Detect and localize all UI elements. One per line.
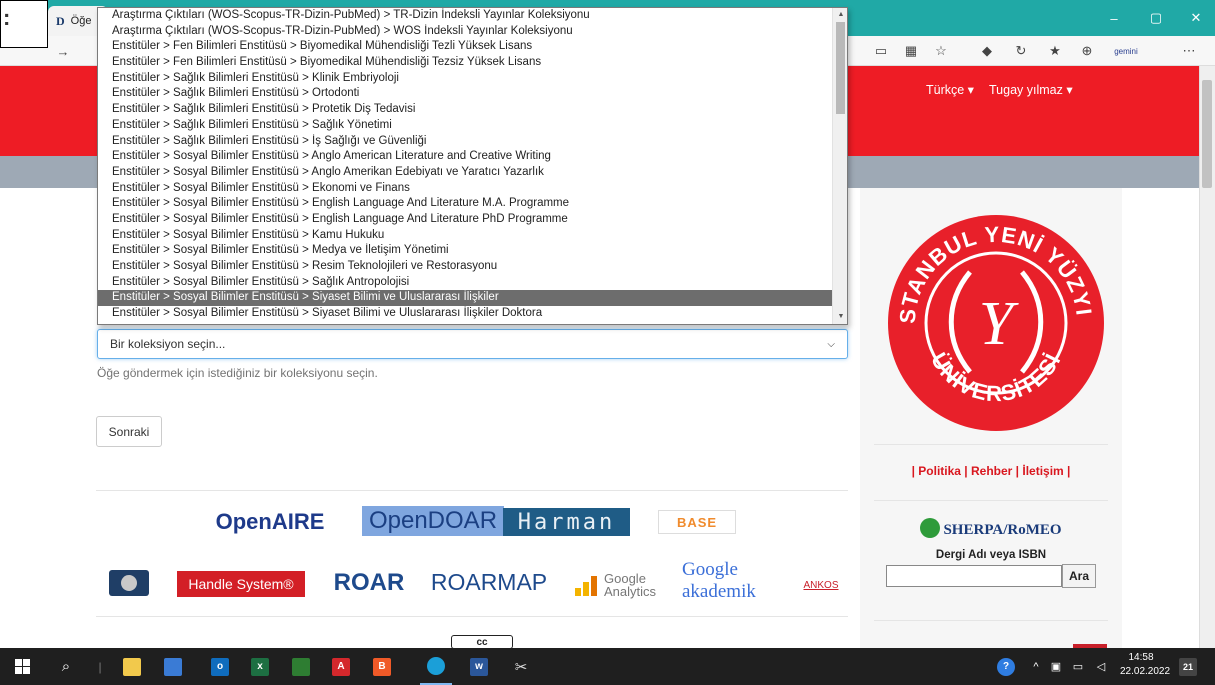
sherpa-romeo-logo[interactable]: SHERPA/RoMEO [874,518,1108,539]
store-icon[interactable] [157,648,189,685]
language-menu[interactable]: Türkçe ▾ [926,82,974,97]
sherpa-title: SHERPA/RoMEO [943,522,1062,538]
openaire-logo[interactable]: OpenAIRE [205,507,335,537]
issn-search-input[interactable] [886,565,1062,587]
outlook-icon-overlay [218,648,242,685]
dropdown-option[interactable]: Enstitüler > Sosyal Bilimler Enstitüsü >… [98,290,832,307]
logo-monogram: Y [979,290,1019,358]
word-icon[interactable]: w [463,648,495,685]
dropdown-option[interactable]: Enstitüler > Sosyal Bilimler Enstitüsü >… [98,212,832,228]
extension-icon[interactable]: ◆ [976,40,998,62]
creative-commons-badge[interactable]: cc [451,635,513,649]
minimize-button[interactable]: – [1096,0,1132,36]
dropdown-option[interactable]: Enstitüler > Fen Bilimleri Enstitüsü > B… [98,55,832,71]
forward-icon[interactable]: → [52,40,74,62]
dropdown-option[interactable]: Enstitüler > Sosyal Bilimler Enstitüsü >… [98,181,832,197]
snipping-tool-icon[interactable]: ✂ [505,648,537,685]
refresh-icon[interactable]: ↻ [1010,40,1032,62]
roar-logo[interactable]: ROAR [329,569,409,597]
excel-icon[interactable]: x [244,648,276,685]
google-scholar-logo[interactable]: Google akademik [682,559,764,602]
collection-select-value: Bir koleksiyon seçin... [110,337,226,351]
callout-box: : [0,0,48,48]
dropdown-option[interactable]: Enstitüler > Sosyal Bilimler Enstitüsü >… [98,259,832,275]
search-icon[interactable]: ⌕ [50,648,82,685]
issn-search-button[interactable]: Ara [1062,564,1096,588]
site-favicon-icon: D [56,13,65,28]
taskbar-clock[interactable]: 14:58 22.02.2022 [1120,651,1171,679]
close-window-button[interactable]: ✕ [1178,0,1214,36]
dropdown-option[interactable]: Enstitüler > Sosyal Bilimler Enstitüsü >… [98,228,832,244]
collection-dropdown-list[interactable]: Araştırma Çıktıları (WOS-Scopus-TR-Dizin… [97,7,848,325]
reading-view-icon[interactable]: ▭ [870,40,892,62]
base-logo[interactable]: BASE [658,510,736,534]
dropdown-option[interactable]: Enstitüler > Sosyal Bilimler Enstitüsü >… [98,196,832,212]
next-button[interactable]: Sonraki [96,416,162,447]
opendoar-logo[interactable]: OpenDOAR [362,506,504,536]
scroll-up-arrow-icon[interactable]: ▲ [833,8,847,22]
favorites-icon[interactable]: ★ [1044,40,1066,62]
eye-logo-icon[interactable] [109,570,149,596]
file-explorer-icon[interactable] [116,648,148,685]
dropdown-option[interactable]: Enstitüler > Sosyal Bilimler Enstitüsü >… [98,275,832,291]
edge-icon[interactable] [420,648,452,685]
volume-icon[interactable]: ◁ [1085,648,1117,685]
dropdown-option[interactable]: Enstitüler > Sağlık Bilimleri Enstitüsü … [98,102,832,118]
handle-system-logo[interactable]: Handle System® [177,571,305,597]
dropdown-option[interactable]: Enstitüler > Sağlık Bilimleri Enstitüsü … [98,86,832,102]
collection-help-text: Öğe göndermek için istediğiniz bir kolek… [97,366,378,380]
roarmap-logo[interactable]: ROARMAP [431,567,547,597]
sidebar-links[interactable]: | Politika | Rehber | İletişim | [874,464,1108,478]
dropdown-option[interactable]: Enstitüler > Sağlık Bilimleri Enstitüsü … [98,71,832,87]
dropdown-option[interactable]: Enstitüler > Sosyal Bilimler Enstitüsü >… [98,149,832,165]
dropdown-option[interactable]: Enstitüler > Sosyal Bilimler Enstitüsü >… [98,306,832,322]
collections-icon[interactable]: ⊕ [1076,40,1098,62]
page-scrollbar-thumb[interactable] [1202,80,1212,188]
notification-count: 21 [1179,657,1197,676]
favorite-add-icon[interactable]: ☆ [930,40,952,62]
dropdown-scroll-thumb[interactable] [836,22,845,114]
notifications-icon[interactable]: 21 [1172,648,1204,685]
gemini-extension[interactable]: gemini [1108,40,1144,62]
clock-time: 14:58 [1128,652,1154,663]
collection-select[interactable]: Bir koleksiyon seçin... ⌵ [97,329,848,359]
chart-app-icon[interactable] [285,648,317,685]
windows-start-icon[interactable] [6,648,38,685]
separator: | [98,659,102,674]
restore-button[interactable]: ▢ [1138,0,1174,36]
issn-label: Dergi Adı veya ISBN [935,549,1047,561]
harman-logo[interactable]: Harman [503,508,630,536]
tab-title: Öğe [70,15,92,27]
dropdown-options: Araştırma Çıktıları (WOS-Scopus-TR-Dizin… [98,8,832,322]
dropdown-option[interactable]: Araştırma Çıktıları (WOS-Scopus-TR-Dizin… [98,24,832,40]
scroll-down-arrow-icon[interactable]: ▼ [833,310,847,324]
ankos-logo[interactable]: ANKOS [800,574,842,596]
help-icon[interactable]: ? [990,648,1022,685]
google-scholar-text: Google akademik [682,559,756,602]
brave-icon[interactable]: B [366,648,398,685]
dropdown-option[interactable]: Enstitüler > Fen Bilimleri Enstitüsü > B… [98,39,832,55]
google-analytics-logo[interactable]: Google Analytics [604,572,664,598]
dropdown-option[interactable]: Enstitüler > Sağlık Bilimleri Enstitüsü … [98,118,832,134]
acrobat-icon[interactable]: A [325,648,357,685]
clock-date: 22.02.2022 [1120,666,1171,677]
dropdown-option[interactable]: Enstitüler > Sosyal Bilimler Enstitüsü >… [98,165,832,181]
chevron-down-icon: ⌵ [827,338,835,350]
dropdown-option[interactable]: Araştırma Çıktıları (WOS-Scopus-TR-Dizin… [98,8,832,24]
more-menu-icon[interactable]: ⋯ [1178,40,1200,62]
dropdown-scrollbar[interactable]: ▲ ▼ [832,8,847,324]
app-grid-icon[interactable]: ▦ [900,40,922,62]
dropdown-option[interactable]: Enstitüler > Sosyal Bilimler Enstitüsü >… [98,243,832,259]
google-analytics-icon [575,574,597,596]
user-menu[interactable]: Tugay yılmaz ▾ [989,82,1073,97]
dropdown-option[interactable]: Enstitüler > Sağlık Bilimleri Enstitüsü … [98,134,832,150]
university-logo: İSTANBUL YENİ YÜZYIL ÜNİVERSİTESİ Y [885,212,1104,431]
sherpa-icon [920,518,941,538]
